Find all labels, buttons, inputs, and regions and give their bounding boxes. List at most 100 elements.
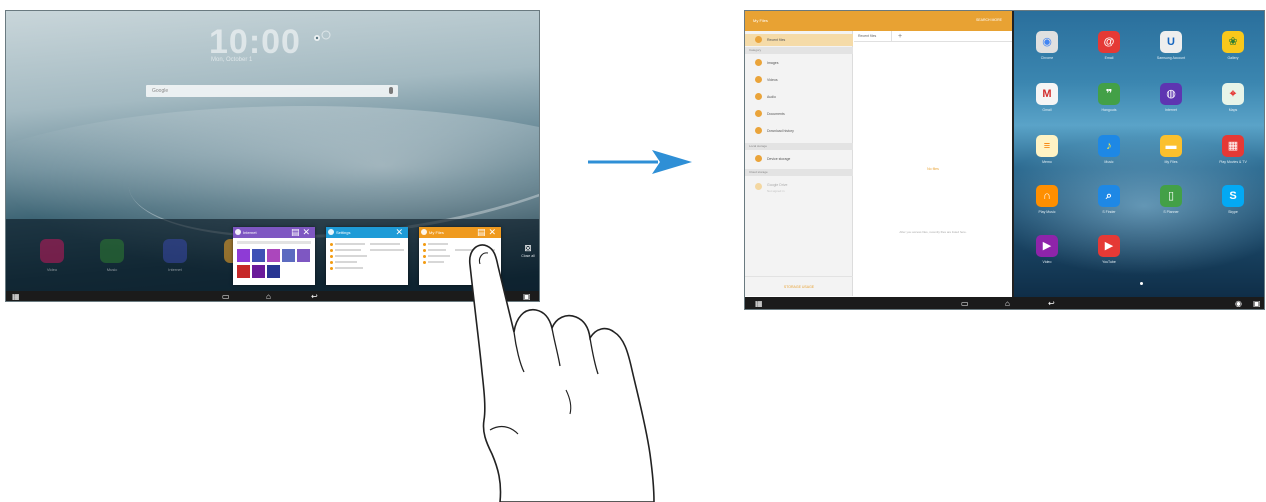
app-label: YouTube [1102,260,1116,264]
app-label: Gallery [1227,56,1239,60]
sidebar-item-images[interactable]: Images [745,57,853,69]
app-label: Email [1104,56,1114,60]
pointing-hand-illustration [468,244,655,502]
app-label: Maps [1228,108,1238,112]
search-placeholder: Google [152,88,169,94]
app-icon [328,229,334,235]
dim-app-icon [100,239,124,263]
card-preview-grid [237,241,311,281]
app-glyph-icon: ▶ [1104,240,1114,252]
app-icon-samsung-account[interactable]: U [1160,31,1182,53]
app-icon-internet[interactable]: ◍ [1160,83,1182,105]
app-glyph-icon: U [1167,36,1175,48]
app-icon-music[interactable]: ♪ [1098,135,1120,157]
back-icon[interactable]: ↩ [311,292,318,301]
card-buttons[interactable]: ▤✕ [291,227,313,238]
app-icon-my-files[interactable]: ▬ [1160,135,1182,157]
dim-app-label: Music [106,267,118,272]
app-icon-play-music[interactable]: ∩ [1036,185,1058,207]
app-icon-gmail[interactable]: M [1036,83,1058,105]
app-icon [421,229,427,235]
home-screen-pane: ◉ Chrome @ Email U Samsung Account ❀ Gallery M Gm… [1014,11,1264,297]
recent-app-card-internet[interactable]: Internet ▤✕ [233,227,315,285]
empty-state-hint: After you access files, recently files a… [899,230,967,234]
sidebar-item-label: Documents [767,112,785,116]
app-glyph-icon: ≡ [1043,140,1051,152]
app-glyph-icon: ▯ [1167,190,1175,202]
sidebar-item-videos[interactable]: Videos [745,74,853,86]
sidebar-item-google-drive[interactable]: Google Drive Not signed in [745,181,853,197]
close-icon[interactable]: ✕ [395,227,406,237]
clock-icon [755,36,762,43]
home-icon[interactable]: ⌂ [266,292,271,301]
sidebar-item-label: Download history [767,129,794,133]
app-label: Internet [1165,108,1177,112]
google-search-bar[interactable]: Google [146,85,398,97]
myfiles-content: No files After you access files, recentl… [854,42,1012,296]
sidebar-header-category: Category [745,47,853,54]
app-icon-skype[interactable]: S [1222,185,1244,207]
sidebar-item-audio[interactable]: Audio [745,91,853,103]
sidebar-item-documents[interactable]: Documents [745,108,853,120]
recent-card-title: Internet [243,230,257,235]
app-icon-play-movies-tv[interactable]: ▦ [1222,135,1244,157]
multi-window-tray-icon[interactable]: ▦ [12,292,20,301]
myfiles-tabbar: Recent files + [854,31,1012,42]
app-glyph-icon: S [1229,190,1237,202]
multiwindow-icon[interactable]: ▤ [291,227,303,237]
app-icon-s-planner[interactable]: ▯ [1160,185,1182,207]
recent-apps-icon[interactable]: ▭ [961,299,969,309]
sidebar-item-download-history[interactable]: Download history [745,125,853,137]
back-icon[interactable]: ↩ [1048,299,1055,309]
app-glyph-icon: ❞ [1105,88,1113,100]
app-icon-maps[interactable]: ⌖ [1222,83,1244,105]
multi-window-tray-icon[interactable]: ▦ [755,299,763,309]
download-icon [755,127,762,134]
app-label: Skype [1228,210,1238,214]
app-glyph-icon: ♪ [1106,140,1112,152]
app-icon [235,229,241,235]
audio-icon [755,93,762,100]
app-icon-gallery[interactable]: ❀ [1222,31,1244,53]
sidebar-item-device-storage[interactable]: Device storage [745,153,853,165]
app-label: S Planner [1163,210,1179,214]
sidebar-item-label: Recent files [767,38,786,42]
app-label: S Finder [1102,210,1116,214]
recent-app-card-settings[interactable]: Settings ✕ [326,227,408,285]
app-icon-chrome[interactable]: ◉ [1036,31,1058,53]
app-glyph-icon: ❀ [1228,36,1238,48]
chrome-notification-icon[interactable]: ◉ [1235,299,1242,309]
sidebar-header-cloud: Cloud storage [745,169,853,176]
myfiles-actions[interactable]: SEARCH MORE [976,18,1002,22]
sidebar-header-local: Local storage [745,143,853,150]
myfiles-header: My Files SEARCH MORE [745,11,1012,31]
app-icon-hangouts[interactable]: ❞ [1098,83,1120,105]
app-icon-youtube[interactable]: ▶ [1098,235,1120,257]
app-label: My Files [1164,160,1178,164]
storage-usage-button[interactable]: STORAGE USAGE [745,276,853,296]
app-glyph-icon: ▶ [1042,240,1052,252]
home-icon[interactable]: ⌂ [1005,299,1010,309]
app-icon-email[interactable]: @ [1098,31,1120,53]
app-icon-s-finder[interactable]: ⌕ [1098,185,1120,207]
sidebar-item-label: Videos [767,78,778,82]
recent-apps-icon[interactable]: ▭ [222,292,230,301]
app-label: Music [1104,160,1114,164]
close-icon[interactable]: ✕ [302,227,313,237]
sidebar-item-recent-files[interactable]: Recent files [745,34,853,46]
card-buttons[interactable]: ✕ [395,227,406,238]
app-icon-video[interactable]: ▶ [1036,235,1058,257]
app-label: Gmail [1042,108,1052,112]
mic-icon[interactable] [389,87,393,94]
screenshot-icon[interactable]: ▣ [1253,299,1261,309]
page-indicator [1140,282,1143,285]
add-tab-button[interactable]: + [898,31,902,42]
recent-card-header: Internet ▤✕ [233,227,315,238]
app-label: Chrome [1040,56,1054,60]
app-icon-memo[interactable]: ≡ [1036,135,1058,157]
sidebar-item-label: Device storage [767,157,791,161]
phone-icon [755,155,762,162]
tab-recent-files[interactable]: Recent files [854,31,892,42]
sidebar-item-label: Audio [767,95,776,99]
app-label: Memo [1042,160,1052,164]
